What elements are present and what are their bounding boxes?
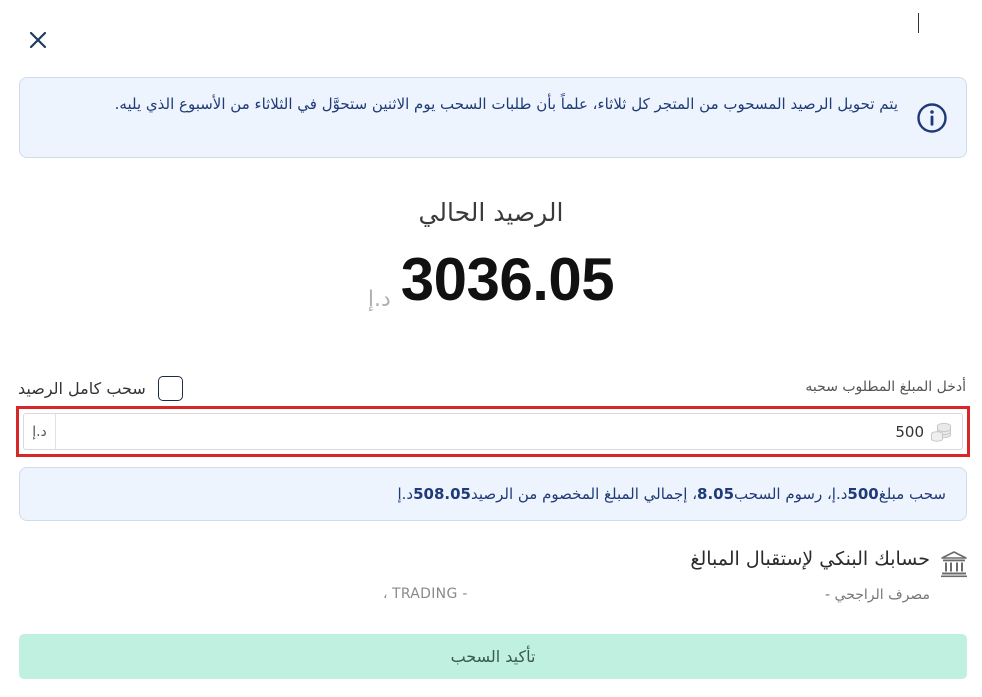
balance-currency: د.إ [367,287,391,312]
bank-account-holder: ، TRADING - [383,586,468,602]
summary-fee: 8.05 [697,485,735,503]
balance-display: د.إ 3036.05 [0,244,982,316]
summary-text-3: ، إجمالي المبلغ المخصوم من الرصيد [470,485,698,503]
full-balance-label: سحب كامل الرصيد [18,379,146,398]
withdraw-summary: سحب مبلغ 500 د.إ، رسوم السحب 8.05 ، إجما… [19,467,967,521]
summary-total: 508.05 [413,485,471,503]
full-balance-toggle[interactable]: سحب كامل الرصيد [18,376,183,401]
bank-name: مصرف الراجحي - [825,587,930,603]
currency-suffix: د.إ [24,414,56,449]
balance-amount: 3036.05 [400,246,615,313]
summary-text-1: سحب مبلغ [878,485,946,503]
balance-label: الرصيد الحالي [418,198,564,227]
summary-text-2: د.إ، رسوم السحب [734,485,848,503]
confirm-withdraw-button[interactable]: تأكيد السحب [19,634,967,679]
amount-label: أدخل المبلغ المطلوب سحبه [805,379,966,395]
info-banner: يتم تحويل الرصيد المسحوب من المتجر كل ثل… [19,77,967,158]
bank-account-title: حسابك البنكي لإستقبال المبالغ [690,548,930,570]
summary-amount: 500 [847,485,879,503]
bank-icon [941,551,967,578]
amount-field[interactable]: د.إ [23,413,963,450]
amount-field-highlight: د.إ [16,406,970,457]
close-button[interactable] [24,26,52,54]
full-balance-checkbox[interactable] [157,376,183,401]
withdraw-dialog: يتم تحويل الرصيد المسحوب من المتجر كل ثل… [0,0,982,697]
close-icon[interactable] [29,31,47,49]
info-message: يتم تحويل الرصيد المسحوب من المتجر كل ثل… [114,95,898,113]
info-icon [917,103,947,133]
summary-text-4: د.إ [397,485,414,503]
text-caret [918,13,919,33]
coins-icon [931,422,951,442]
amount-input[interactable] [56,414,930,449]
